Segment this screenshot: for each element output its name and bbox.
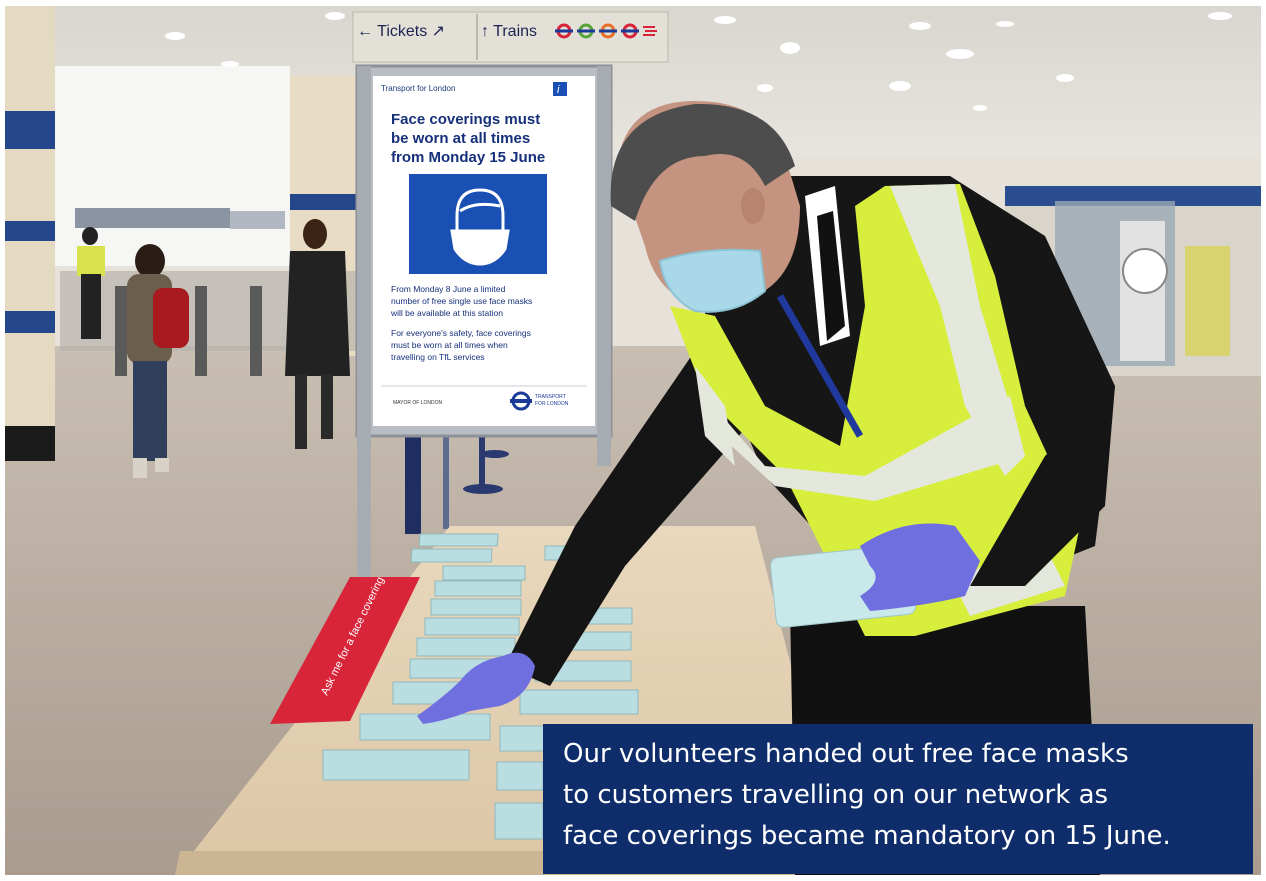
caption-line-2: to customers travelling on our network a… — [563, 780, 1109, 810]
sign-trains: ↑ Trains — [481, 23, 537, 40]
poster-footer-right-1: TRANSPORT — [535, 394, 566, 400]
heathrow-express-sign — [75, 208, 230, 228]
poster-body1-line2: number of free single use face masks — [391, 296, 532, 306]
caption-box: Our volunteers handed out free face mask… — [543, 724, 1253, 874]
poster-headline-3: from Monday 15 June — [391, 149, 545, 166]
caption-line-1: Our volunteers handed out free face mask… — [563, 739, 1129, 769]
poster-footer-left: MAYOR OF LONDON — [393, 400, 442, 406]
poster-org: Transport for London — [381, 84, 455, 93]
sign-tickets: ← Tickets ↗ — [357, 23, 445, 40]
poster-body1-line1: From Monday 8 June a limited — [391, 284, 506, 294]
caption-line-3: face coverings became mandatory on 15 Ju… — [563, 821, 1171, 851]
poster-headline-1: Face coverings must — [391, 111, 540, 128]
poster-body2-line2: must be worn at all times when — [391, 340, 508, 350]
poster-footer-right-2: FOR LONDON — [535, 401, 569, 407]
poster-body2-line3: travelling on TfL services — [391, 352, 485, 362]
poster-body2-line1: For everyone's safety, face coverings — [391, 328, 531, 338]
photo: ← Tickets ↗ ↑ Trains Transport for Londo… — [5, 6, 1261, 875]
info-icon — [553, 82, 567, 96]
poster-headline-2: be worn at all times — [391, 130, 530, 147]
poster-body1-line3: will be available at this station — [390, 308, 503, 318]
